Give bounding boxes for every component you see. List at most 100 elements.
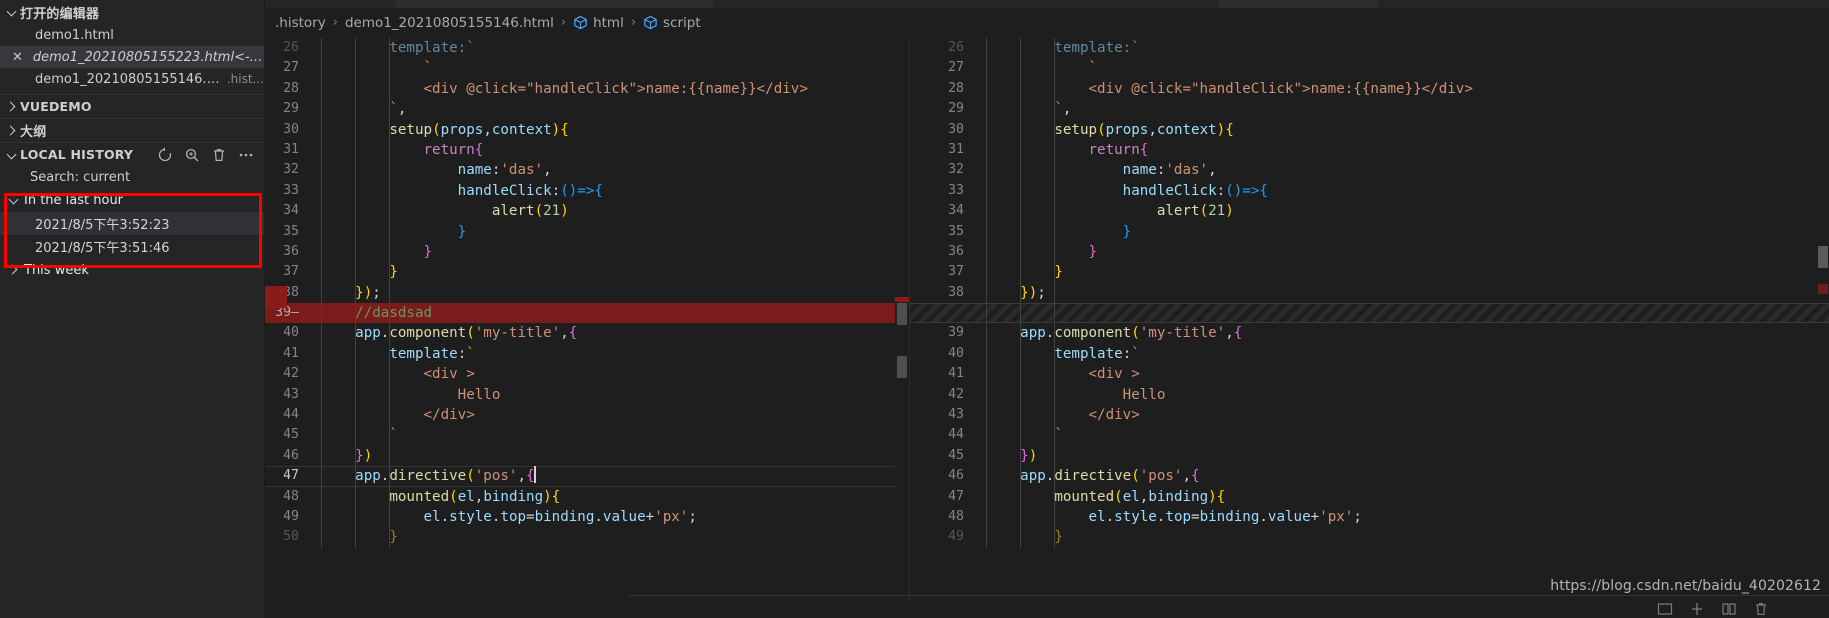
code-line[interactable]: 31 return{	[910, 140, 1829, 160]
history-entry-1[interactable]: 2021/8/5下午3:51:46	[0, 235, 264, 258]
trash-icon[interactable]	[1753, 601, 1769, 617]
code-line[interactable]: 47 app.directive('pos',{	[265, 466, 909, 486]
code-line[interactable]: 27 `	[910, 58, 1829, 78]
history-group-label: In the last hour	[24, 192, 124, 208]
code-line[interactable]: 37 }	[265, 262, 909, 282]
window-icon[interactable]	[1657, 601, 1673, 617]
code-line[interactable]: 50 }	[265, 527, 909, 547]
code-line[interactable]: 46 app.directive('pos',{	[910, 466, 1829, 486]
tab-active[interactable]	[396, 0, 713, 8]
split-editor-icon[interactable]	[1689, 601, 1705, 617]
code-text: }	[1054, 529, 1063, 546]
history-group-in-the-last-hour[interactable]: In the last hour	[0, 188, 264, 212]
more-actions-icon[interactable]	[238, 147, 254, 163]
open-editor-item-1[interactable]: ✕ demo1_20210805155223.html<->d...	[0, 46, 264, 68]
code-line[interactable]: 27 `	[265, 58, 909, 78]
vuedemo-label: VUEDEMO	[20, 99, 92, 114]
breadcrumb-item-file[interactable]: demo1_20210805155146.html	[343, 15, 556, 31]
code-line[interactable]: 30 setup(props,context){	[265, 120, 909, 140]
book-icon[interactable]	[1721, 601, 1737, 617]
original-overview-ruler[interactable]	[895, 38, 909, 618]
code-line[interactable]: 44 `	[910, 425, 1829, 445]
code-line[interactable]: 28 <div @click="handleClick">name:{{name…	[910, 79, 1829, 99]
refresh-icon[interactable]	[157, 147, 173, 163]
breadcrumb-item-html[interactable]: html	[571, 15, 626, 31]
code-line[interactable]: 28 <div @click="handleClick">name:{{name…	[265, 79, 909, 99]
tab-strip	[265, 0, 1829, 8]
close-icon[interactable]: ✕	[12, 51, 27, 64]
code-line[interactable]: 40 template:`	[910, 344, 1829, 364]
code-line[interactable]: 29 `,	[910, 99, 1829, 119]
code-line[interactable]: 35 }	[265, 222, 909, 242]
code-line[interactable]: 41 <div >	[910, 364, 1829, 384]
code-line[interactable]: 42 <div >	[265, 364, 909, 384]
code-line[interactable]: 43 Hello	[265, 385, 909, 405]
code-line[interactable]: 33 handleClick:()=>{	[910, 181, 1829, 201]
modified-scrollbar[interactable]	[1817, 38, 1829, 618]
code-line[interactable]: 47 mounted(el,binding){	[910, 487, 1829, 507]
tab-secondary[interactable]	[1218, 0, 1378, 8]
code-line[interactable]: 46 })	[265, 446, 909, 466]
section-local-history[interactable]: LOCAL HISTORY	[0, 142, 264, 166]
code-line[interactable]: 29 `,	[265, 99, 909, 119]
line-number: 29	[283, 101, 299, 117]
code-line[interactable]: 34 alert(21)	[910, 201, 1829, 221]
code-line[interactable]: 34 alert(21)	[265, 201, 909, 221]
line-number: 28	[283, 80, 299, 96]
code-line[interactable]: 41 template:`	[265, 344, 909, 364]
code-line[interactable]: 26 template:`	[265, 38, 909, 58]
line-number: 38	[948, 284, 964, 300]
line-number: 32	[948, 162, 964, 178]
code-line[interactable]: 36 }	[910, 242, 1829, 262]
code-line[interactable]: 40 app.component('my-title',{	[265, 323, 909, 343]
code-line[interactable]: 38 });	[910, 283, 1829, 303]
cube-icon	[644, 15, 657, 30]
code-line[interactable]: 42 Hello	[910, 385, 1829, 405]
code-line[interactable]: 48 mounted(el,binding){	[265, 487, 909, 507]
section-outline[interactable]: 大纲	[0, 118, 264, 142]
code-text: mounted(el,binding){	[1054, 488, 1226, 505]
code-line[interactable]: 37 }	[910, 262, 1829, 282]
history-entry-0[interactable]: 2021/8/5下午3:52:23	[0, 212, 264, 235]
code-line[interactable]: 36 }	[265, 242, 909, 262]
code-line[interactable]: 49 el.style.top=binding.value+'px';	[265, 507, 909, 527]
code-line[interactable]: 49 }	[910, 527, 1829, 547]
code-line[interactable]: 48 el.style.top=binding.value+'px';	[910, 507, 1829, 527]
diff-pane-modified[interactable]: 26 template:` 27 ` 28 <div @click="handleC…	[910, 38, 1829, 618]
code-text: </div>	[986, 407, 1140, 424]
open-editor-item-0[interactable]: demo1.html	[0, 24, 264, 46]
history-group-this-week[interactable]: This week	[0, 258, 264, 282]
search-icon[interactable]	[184, 147, 200, 163]
history-group-label: This week	[24, 262, 89, 278]
code-line[interactable]: 44 </div>	[265, 405, 909, 425]
code-line[interactable]: 32 name:'das',	[265, 160, 909, 180]
code-line[interactable]: 38 });	[265, 283, 909, 303]
breadcrumb-item-history[interactable]: .history	[273, 15, 328, 31]
code-line[interactable]: 45 })	[910, 446, 1829, 466]
diff-pane-original[interactable]: 26 template:` 27 ` 28 <div @click="handleC…	[265, 38, 909, 618]
local-history-search-row[interactable]: Search: current	[0, 166, 264, 188]
line-number: 41	[948, 366, 964, 382]
line-number: 29	[948, 101, 964, 117]
line-number: 28	[948, 80, 964, 96]
line-number: 47	[283, 468, 299, 484]
scrollbar-thumb[interactable]	[1818, 246, 1828, 268]
code-line[interactable]: 39 app.component('my-title',{	[910, 323, 1829, 343]
scrollbar-thumb[interactable]	[897, 356, 907, 378]
line-number: 39	[948, 325, 964, 341]
trash-icon[interactable]	[211, 147, 227, 163]
code-line[interactable]: 39— //dasdsad	[265, 303, 909, 324]
section-open-editors[interactable]: 打开的编辑器	[0, 0, 264, 24]
breadcrumb-item-script[interactable]: script	[641, 15, 703, 31]
code-line[interactable]: 33 handleClick:()=>{	[265, 181, 909, 201]
code-line[interactable]: 31 return{	[265, 140, 909, 160]
code-line[interactable]: 43 </div>	[910, 405, 1829, 425]
code-line[interactable]: 30 setup(props,context){	[910, 120, 1829, 140]
open-editor-item-2[interactable]: demo1_20210805155146.html .hist...	[0, 68, 264, 90]
code-line[interactable]: 26 template:`	[910, 38, 1829, 58]
code-line[interactable]: 32 name:'das',	[910, 160, 1829, 180]
scrollbar-thumb[interactable]	[897, 303, 907, 325]
code-line[interactable]: 45 `	[265, 425, 909, 445]
section-vuedemo[interactable]: VUEDEMO	[0, 94, 264, 118]
code-line[interactable]: 35 }	[910, 222, 1829, 242]
